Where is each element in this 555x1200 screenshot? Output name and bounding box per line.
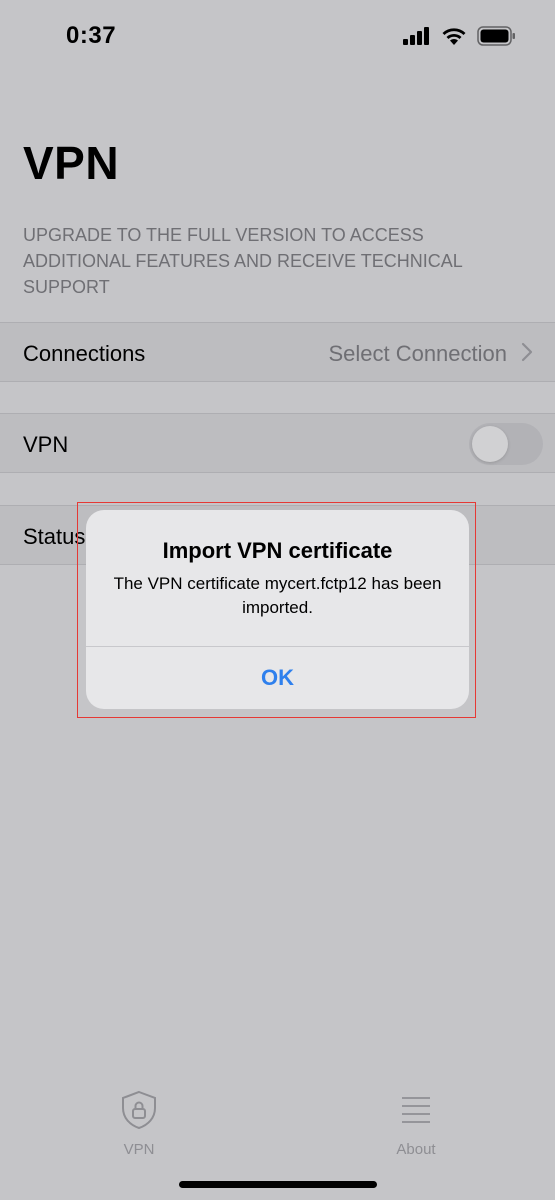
battery-icon — [477, 26, 517, 51]
connections-label: Connections — [23, 341, 146, 366]
connections-value: Select Connection — [328, 341, 507, 366]
vpn-toggle[interactable] — [469, 423, 543, 465]
page-title: VPN — [23, 137, 120, 189]
import-certificate-alert: Import VPN certificate The VPN certifica… — [86, 510, 469, 709]
alert-message: The VPN certificate mycert.fctp12 has be… — [113, 574, 442, 617]
status-icons — [403, 26, 517, 51]
tab-about-label: About — [396, 1141, 436, 1158]
status-bar: 0:37 — [0, 0, 555, 70]
tab-about[interactable]: About — [356, 1090, 476, 1158]
upgrade-note[interactable]: UPGRADE TO THE FULL VERSION TO ACCESS AD… — [23, 222, 493, 300]
tab-vpn[interactable]: VPN — [79, 1090, 199, 1158]
shield-lock-icon — [79, 1090, 199, 1135]
toggle-knob — [472, 426, 508, 462]
tab-vpn-label: VPN — [123, 1141, 155, 1158]
connections-row[interactable]: Connections Select Connection — [0, 322, 555, 382]
list-icon — [356, 1090, 476, 1135]
vpn-label: VPN — [23, 432, 69, 457]
alert-ok-button[interactable]: OK — [86, 647, 469, 709]
vpn-row: VPN — [0, 413, 555, 473]
cellular-signal-icon — [403, 27, 431, 50]
home-indicator — [179, 1181, 377, 1188]
status-time: 0:37 — [66, 22, 117, 49]
chevron-right-icon — [521, 342, 533, 367]
alert-title: Import VPN certificate — [162, 538, 393, 563]
wifi-icon — [441, 26, 467, 51]
